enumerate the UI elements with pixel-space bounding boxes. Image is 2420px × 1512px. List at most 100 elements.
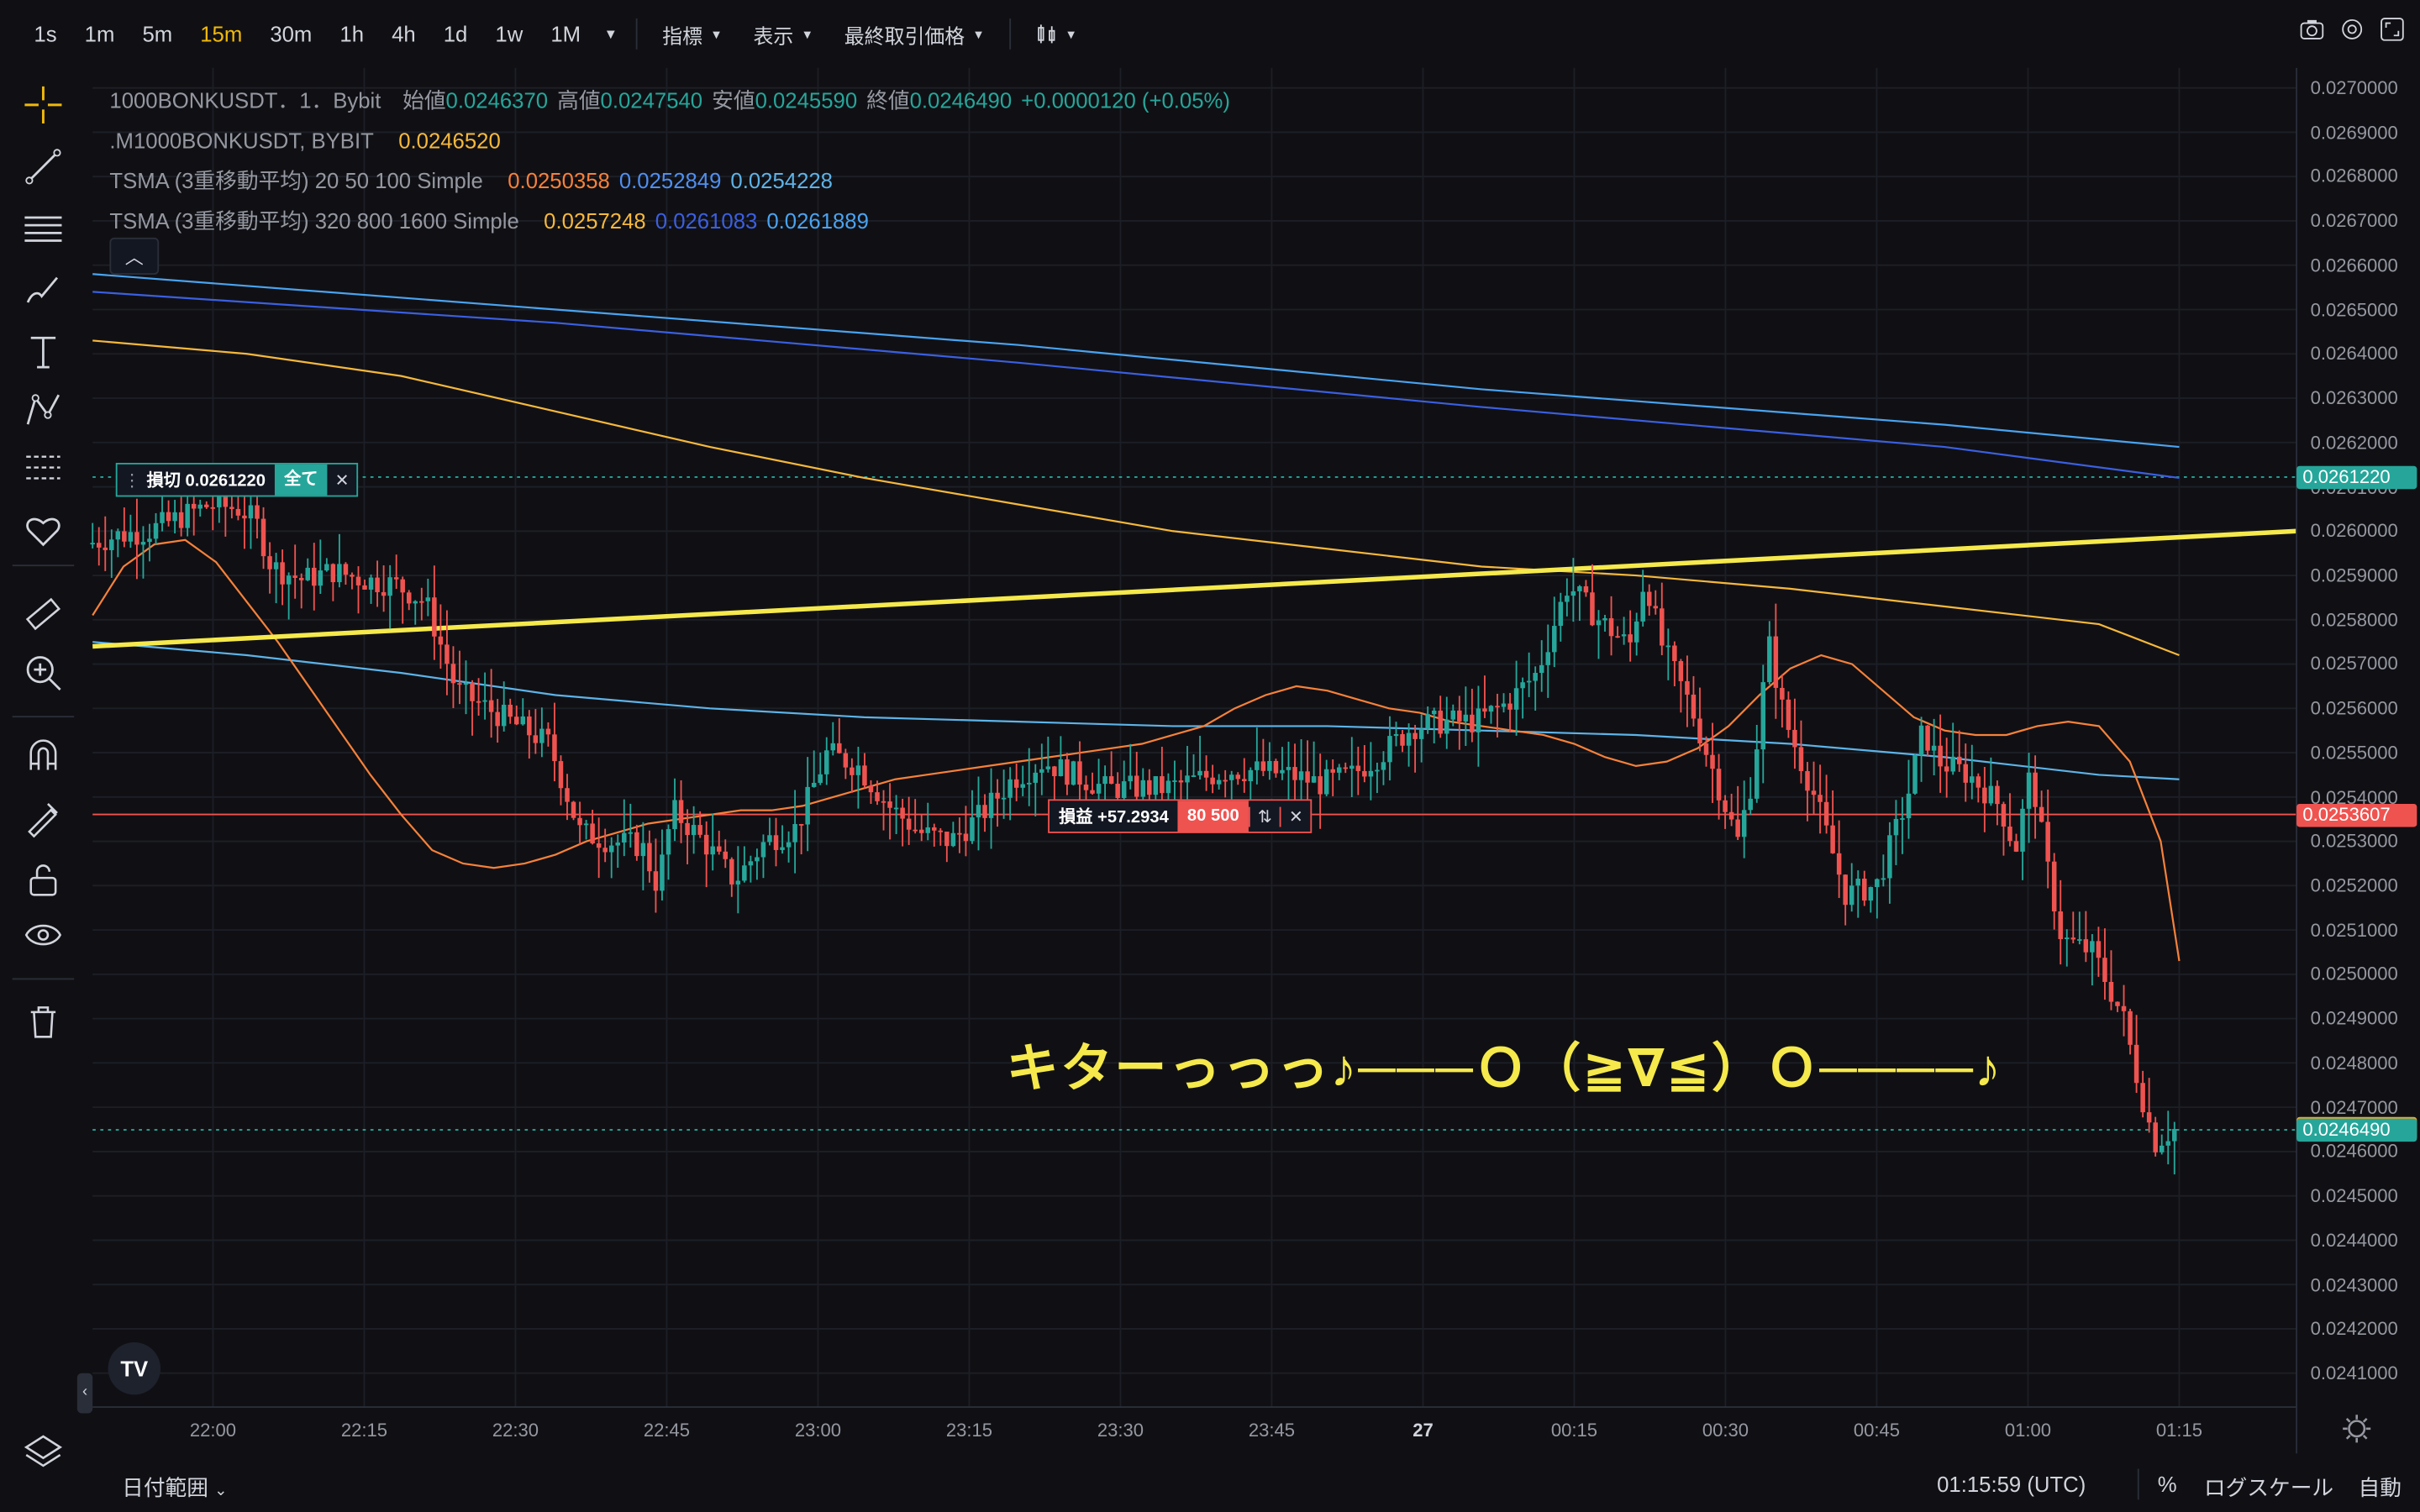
candle-body [1691,694,1697,719]
candle-body [602,848,608,853]
open-label: 始値 [402,87,446,113]
candle-body [1045,766,1051,769]
candle-body [191,503,197,509]
candle-body [229,507,234,509]
time-tick-label: 23:00 [794,1419,842,1441]
candle-body [893,807,899,810]
candle-body [1590,592,1595,626]
candle-body [2133,1044,2139,1084]
stop-loss-order[interactable]: ⋮ 損切 0.0261220 全て ✕ [115,463,359,497]
take-profit-qty[interactable]: 80 500 [1177,801,1249,832]
candle-body [134,532,139,545]
candle-body [1501,703,1507,707]
time-tick-label: 22:30 [492,1419,539,1441]
tsma-long-orange-line [92,339,2180,657]
compare-symbol[interactable]: .M1000BONKUSDT, BYBIT [109,120,373,160]
candle-body [501,704,507,727]
candle-body [273,562,279,570]
close-icon[interactable]: ✕ [328,470,357,490]
candle-body [343,564,349,575]
candle-body [1039,769,1044,773]
date-range-label: 日付範囲 [122,1474,208,1500]
candle-body [2051,861,2057,912]
candle-body [109,539,114,550]
candle-body [583,823,589,826]
close-icon[interactable]: ✕ [1279,806,1311,827]
utc-clock[interactable]: 01:15:59 (UTC) [1937,1472,2086,1496]
chart-grid [92,67,2297,1408]
price-scale[interactable]: 0.0270000 0.0269000 0.0268000 0.0267000 0.02… [2296,68,2420,1407]
candle-body [362,585,367,590]
tsma2-name[interactable]: TSMA (3重移動平均) 320 800 1600 Simple [109,201,518,241]
candle-body [1875,879,1880,888]
legend-collapse-button[interactable]: ︿ [109,237,160,275]
candle-body [1368,770,1374,777]
candle-body [1628,634,1633,643]
drag-handle-icon[interactable]: ⋮ [118,470,147,490]
candle-body [1748,798,1753,811]
candle-body [1577,585,1582,591]
candle-body [1931,745,1937,751]
log-scale-toggle[interactable]: ログスケール [2204,1472,2333,1503]
candle-body [824,750,829,774]
candle-body [286,575,292,585]
candle-body [413,601,418,604]
candle-body [520,716,526,725]
candle-body [1393,733,1399,737]
candle-body [1013,779,1019,788]
tsma2-value-1: 0.0257248 [544,207,646,234]
collapse-sidebar-button[interactable]: ‹ [76,1373,93,1414]
candle-body [577,817,582,826]
candle-body [1792,729,1797,748]
candle-body [944,832,950,847]
candle-body [1071,761,1076,785]
candle-body [755,857,760,862]
candle-body [1077,761,1082,785]
candle-body [539,728,544,743]
time-tick-label: 01:00 [2004,1419,2052,1441]
candle-body [1267,760,1272,771]
chart-text-annotation[interactable]: キターっっっ♪───Ｏ（≧∇≦）Ｏ────♪ [1007,1026,2002,1101]
candle-body [1330,769,1335,773]
tradingview-logo[interactable]: TV [108,1341,161,1395]
percent-toggle[interactable]: % [2158,1472,2177,1496]
candle-body [1881,878,1886,880]
auto-scale-toggle[interactable]: 自動 [2359,1472,2402,1503]
candle-body [115,531,121,540]
candle-body [1007,779,1013,798]
candle-body [1570,591,1576,596]
symbol-label[interactable]: 1000BONKUSDT．1．Bybit [109,81,381,121]
date-range-button[interactable]: 日付範囲 ⌄ [122,1472,227,1503]
candle-body [932,827,937,831]
tsma1-name[interactable]: TSMA (3重移動平均) 20 50 100 Simple [109,160,482,201]
trading-chart-app: 1s 1m 5m 15m 30m 1h 4h 1d 1w 1M ▼ 指標 ▼ 表示 ▼ 最終取引価格 ▼… [0,0,2420,1512]
stop-loss-qty[interactable]: 全て [275,464,328,496]
candle-body [1545,652,1551,665]
candle-body [1343,767,1349,769]
candle-body [1444,719,1449,734]
candle-body [2026,772,2032,809]
candle-body [425,597,431,601]
candle-body [1811,790,1817,795]
candle-body [1210,777,1215,785]
candle-body [1507,703,1512,710]
bottom-bar: 日付範囲 ⌄ 01:15:59 (UTC) % ログスケール 自動 [0,1453,2420,1512]
candle-body [2153,1122,2158,1152]
candle-body [1843,874,1848,906]
take-profit-order[interactable]: 損益 +57.2934 80 500 ⇅ ✕ [1048,799,1313,833]
candle-body [508,704,513,717]
candle-body [1147,780,1152,795]
take-profit-label: 損益 +57.2934 [1059,808,1169,827]
candle-body [1653,606,1659,609]
candle-body [1893,818,1899,836]
time-axis[interactable]: 22:00 22:15 22:30 22:45 23:00 23:15 23:30 23:45… [92,1407,2296,1453]
candle-body [1805,770,1810,791]
reverse-arrows-icon[interactable]: ⇅ [1248,806,1280,827]
candle-body [1001,797,1007,800]
candle-body [1362,770,1367,777]
chart-settings-gear-icon[interactable] [2341,1413,2372,1444]
candle-body [2102,958,2107,982]
candle-body [660,854,665,891]
candle-body [818,774,823,783]
candle-body [312,567,317,586]
